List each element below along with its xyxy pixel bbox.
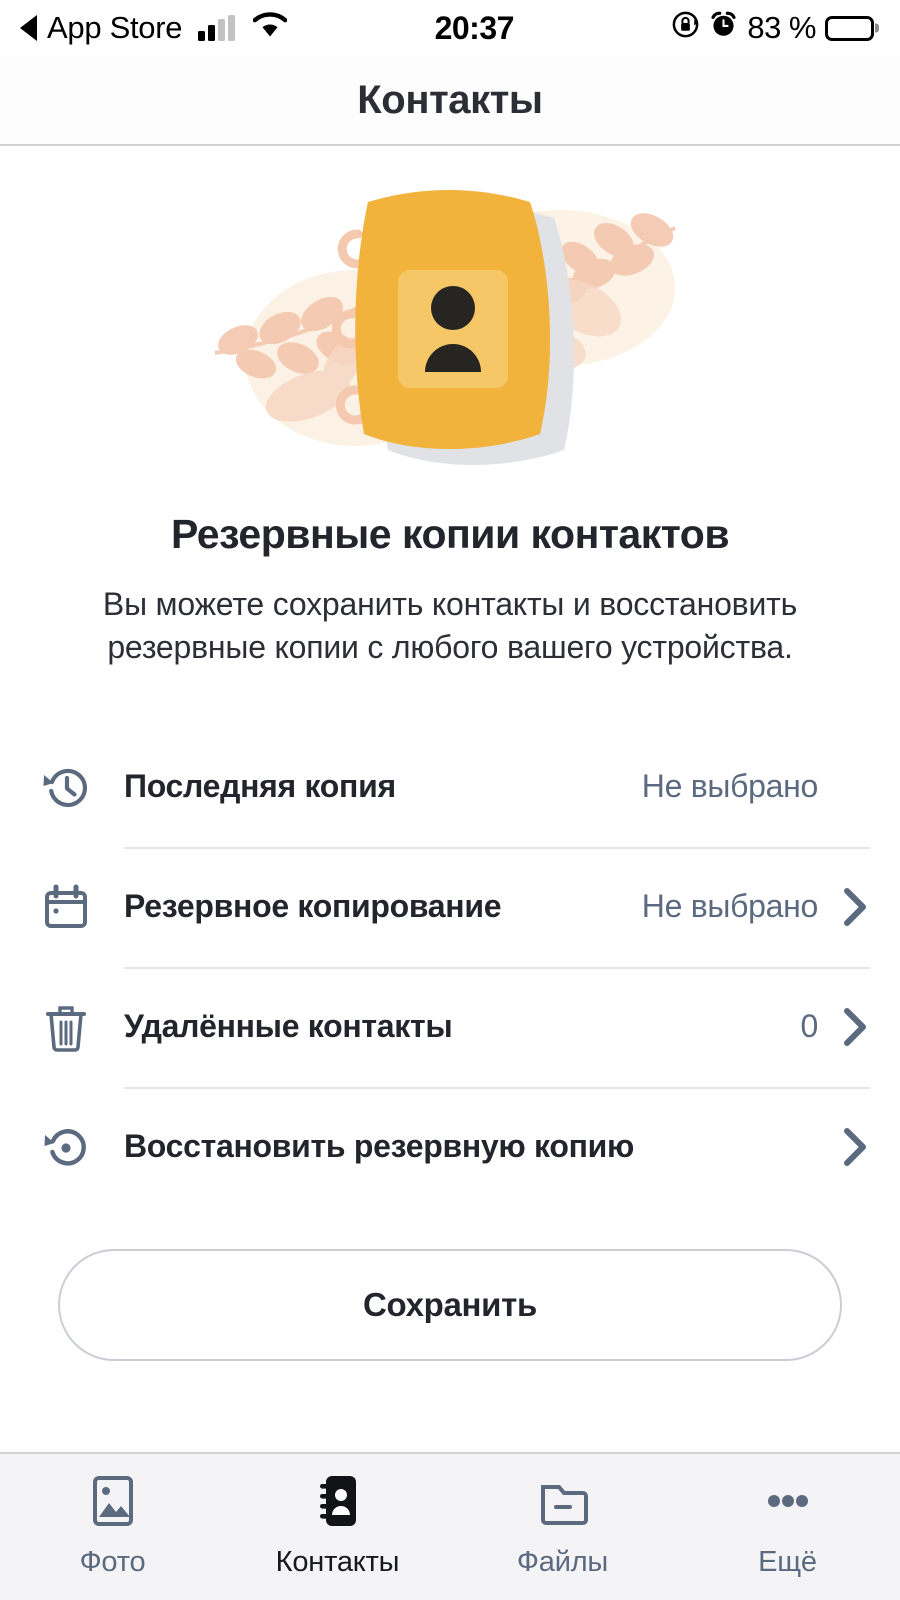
- tab-photos[interactable]: Фото: [0, 1472, 225, 1579]
- status-bar-clock: 20:37: [434, 9, 515, 46]
- hero-description: Вы можете сохранить контакты и восстанов…: [102, 586, 798, 665]
- calendar-icon: [32, 881, 124, 933]
- list-row-deleted-contacts[interactable]: Удалённые контакты 0: [32, 966, 870, 1087]
- list-row-backup-schedule[interactable]: Резервное копирование Не выбрано: [32, 846, 870, 967]
- tab-more[interactable]: Ещё: [675, 1472, 900, 1579]
- cellular-signal-icon: [198, 15, 236, 41]
- main-content: Резервные копии контактов Вы можете сохр…: [0, 146, 900, 1452]
- battery-percent-label: 83 %: [747, 10, 816, 45]
- list-row-value: 0: [800, 1008, 819, 1045]
- rotation-lock-icon: [671, 10, 700, 47]
- wifi-icon: [252, 10, 288, 46]
- address-book-illustration: [214, 189, 676, 465]
- tab-contacts[interactable]: Контакты: [225, 1472, 450, 1579]
- tab-label: Фото: [79, 1546, 146, 1578]
- phone-screen: App Store 20:37 83 % Контакты Резервные …: [0, 0, 900, 1600]
- battery-icon: [825, 15, 874, 41]
- list-row-value: Не выбрано: [641, 888, 819, 925]
- restore-icon: [32, 1121, 124, 1173]
- photo-icon: [87, 1472, 139, 1530]
- more-icon: [760, 1472, 816, 1530]
- back-app-label[interactable]: App Store: [47, 10, 182, 46]
- tab-label: Файлы: [516, 1546, 609, 1578]
- list-row-restore-backup[interactable]: Восстановить резервную копию: [32, 1086, 870, 1207]
- files-icon: [535, 1472, 591, 1530]
- back-triangle-icon[interactable]: [20, 15, 37, 41]
- tab-label: Ещё: [758, 1546, 817, 1578]
- settings-list: Последняя копия Не выбрано Резервное коп…: [0, 727, 900, 1207]
- alarm-clock-icon: [709, 10, 738, 47]
- status-bar-left[interactable]: App Store: [20, 10, 288, 46]
- chevron-right-icon[interactable]: [828, 1126, 870, 1168]
- list-row-label: Удалённые контакты: [124, 1008, 453, 1045]
- tab-label: Контакты: [275, 1546, 400, 1578]
- save-button-wrap: Сохранить: [0, 1207, 900, 1361]
- status-bar: App Store 20:37 83 %: [0, 0, 900, 56]
- nav-header: Контакты: [0, 56, 900, 146]
- status-bar-right: 83 %: [671, 10, 874, 47]
- hero-illustration-wrap: [0, 146, 900, 484]
- save-button[interactable]: Сохранить: [58, 1248, 842, 1361]
- trash-icon: [32, 1001, 124, 1053]
- list-row-label: Последняя копия: [124, 768, 396, 805]
- list-row-label: Восстановить резервную копию: [124, 1128, 635, 1165]
- list-row-label: Резервное копирование: [124, 888, 502, 925]
- tab-bar: Фото Контакты Файлы Ещё: [0, 1452, 900, 1600]
- hero-title: Резервные копии контактов: [170, 511, 730, 557]
- list-row-last-backup[interactable]: Последняя копия Не выбрано: [32, 727, 870, 847]
- contacts-icon: [312, 1472, 364, 1530]
- list-row-value: Не выбрано: [641, 768, 819, 805]
- hero-text-block: Резервные копии контактов Вы можете сохр…: [0, 484, 900, 669]
- tab-files[interactable]: Файлы: [450, 1472, 675, 1579]
- chevron-right-icon[interactable]: [828, 1006, 870, 1048]
- page-title: Контакты: [357, 77, 543, 122]
- history-clock-icon: [32, 761, 124, 813]
- chevron-right-icon[interactable]: [828, 886, 870, 928]
